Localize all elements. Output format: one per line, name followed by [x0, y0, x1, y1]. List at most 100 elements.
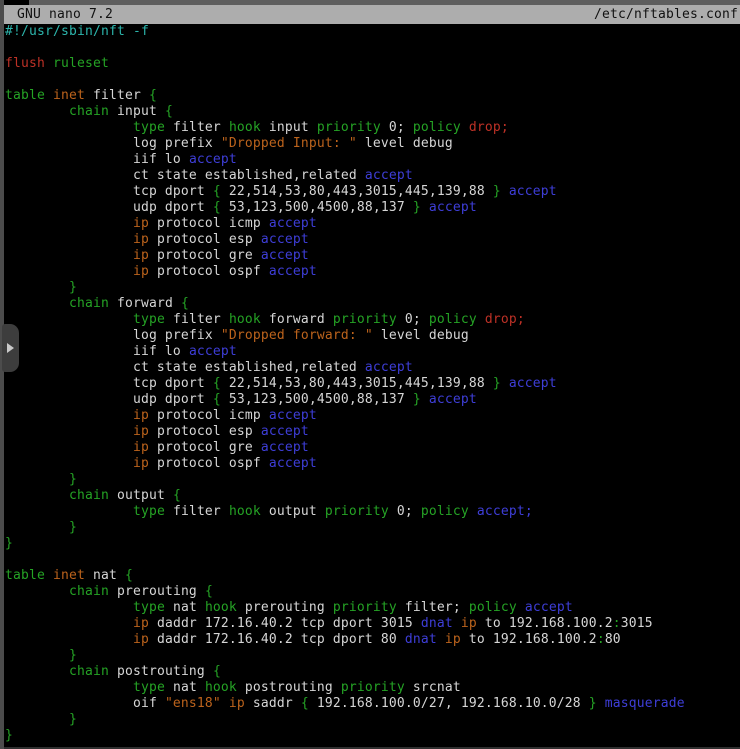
- code-segment: [5, 712, 69, 727]
- code-segment: accept: [269, 408, 317, 423]
- code-line: }: [5, 712, 740, 728]
- code-segment: {: [125, 568, 133, 583]
- code-line: tcp dport { 22,514,53,80,443,3015,445,13…: [5, 184, 740, 200]
- code-segment: [5, 664, 69, 679]
- code-segment: {: [213, 200, 221, 215]
- code-segment: [5, 648, 69, 663]
- code-segment: #!/usr/sbin/nft -f: [5, 24, 149, 39]
- code-segment: [5, 216, 133, 231]
- code-segment: iif lo: [5, 344, 189, 359]
- code-segment: [5, 680, 133, 695]
- code-line: table inet filter {: [5, 88, 740, 104]
- code-segment: postrouting: [237, 680, 341, 695]
- code-segment: policy: [469, 600, 517, 615]
- code-segment: [453, 616, 461, 631]
- code-segment: accept: [269, 216, 317, 231]
- code-line: log prefix "Dropped Input: " level debug: [5, 136, 740, 152]
- code-segment: chain: [69, 584, 109, 599]
- code-segment: accept: [189, 152, 237, 167]
- code-segment: prerouting: [237, 600, 333, 615]
- code-segment: accept: [429, 392, 477, 407]
- code-segment: [5, 472, 69, 487]
- code-segment: [501, 376, 509, 391]
- code-segment: ip: [133, 248, 149, 263]
- code-line: ct state established,related accept: [5, 360, 740, 376]
- code-segment: protocol ospf: [149, 456, 269, 471]
- code-segment: {: [213, 664, 221, 679]
- code-segment: to 192.168.100.2: [461, 632, 597, 647]
- code-segment: nat: [165, 600, 205, 615]
- code-segment: :: [597, 632, 605, 647]
- code-line: ip protocol esp accept: [5, 232, 740, 248]
- code-segment: "Dropped Input: ": [221, 136, 357, 151]
- code-line: type filter hook output priority 0; poli…: [5, 504, 740, 520]
- code-segment: [5, 504, 133, 519]
- code-segment: priority: [317, 120, 381, 135]
- code-segment: 0;: [381, 120, 413, 135]
- editor-content[interactable]: #!/usr/sbin/nft -f flush ruleset table i…: [4, 24, 740, 749]
- sidebar-handle[interactable]: [2, 324, 19, 372]
- code-line: }: [5, 280, 740, 296]
- code-segment: {: [165, 104, 173, 119]
- app-title: GNU nano 7.2: [4, 5, 113, 24]
- code-line: [5, 40, 740, 56]
- code-segment: dnat: [405, 632, 437, 647]
- code-line: }: [5, 520, 740, 536]
- code-segment: :: [613, 616, 621, 631]
- code-segment: }: [69, 280, 77, 295]
- code-segment: accept: [261, 248, 309, 263]
- code-segment: accept: [525, 600, 573, 615]
- code-segment: protocol gre: [149, 248, 261, 263]
- code-line: table inet nat {: [5, 568, 740, 584]
- code-segment: table: [5, 88, 45, 103]
- code-segment: oif: [5, 696, 165, 711]
- code-segment: ip: [461, 616, 477, 631]
- code-line: }: [5, 472, 740, 488]
- code-line: ip protocol icmp accept: [5, 408, 740, 424]
- code-line: udp dport { 53,123,500,4500,88,137 } acc…: [5, 200, 740, 216]
- code-line: ip protocol gre accept: [5, 440, 740, 456]
- code-segment: [45, 568, 53, 583]
- code-line: ip protocol gre accept: [5, 248, 740, 264]
- code-segment: 80: [605, 632, 621, 647]
- code-segment: [5, 280, 69, 295]
- code-segment: accept: [269, 264, 317, 279]
- code-segment: accept: [365, 168, 413, 183]
- code-segment: "ens18": [165, 696, 221, 711]
- code-segment: 22,514,53,80,443,3015,445,139,88: [221, 376, 493, 391]
- code-line: }: [5, 728, 740, 744]
- code-segment: ct state established,related: [5, 168, 365, 183]
- code-line: iif lo accept: [5, 344, 740, 360]
- code-segment: output: [261, 504, 325, 519]
- terminal-window: GNU nano 7.2 /etc/nftables.conf #!/usr/s…: [0, 0, 740, 749]
- code-line: ip daddr 172.16.40.2 tcp dport 80 dnat i…: [5, 632, 740, 648]
- code-segment: level debug: [357, 136, 453, 151]
- code-line: ip protocol ospf accept: [5, 456, 740, 472]
- code-segment: input: [109, 104, 165, 119]
- code-segment: [461, 120, 469, 135]
- code-line: chain postrouting {: [5, 664, 740, 680]
- code-segment: 0;: [389, 504, 421, 519]
- code-segment: 53,123,500,4500,88,137: [221, 200, 413, 215]
- code-segment: }: [493, 184, 501, 199]
- code-segment: 22,514,53,80,443,3015,445,139,88: [221, 184, 493, 199]
- code-segment: }: [589, 696, 597, 711]
- code-segment: {: [213, 376, 221, 391]
- code-segment: ip: [133, 216, 149, 231]
- code-line: type filter hook input priority 0; polic…: [5, 120, 740, 136]
- code-segment: drop;: [469, 120, 509, 135]
- code-segment: tcp dport: [5, 376, 213, 391]
- code-segment: inet: [53, 88, 85, 103]
- code-segment: policy: [413, 120, 461, 135]
- code-segment: [5, 120, 133, 135]
- code-segment: ip: [133, 424, 149, 439]
- code-segment: {: [213, 184, 221, 199]
- code-segment: [5, 232, 133, 247]
- code-line: }: [5, 648, 740, 664]
- code-segment: {: [173, 488, 181, 503]
- code-segment: hook: [229, 504, 261, 519]
- code-segment: [5, 408, 133, 423]
- window-left-border: [0, 0, 4, 749]
- code-segment: [5, 616, 133, 631]
- code-segment: protocol icmp: [149, 408, 269, 423]
